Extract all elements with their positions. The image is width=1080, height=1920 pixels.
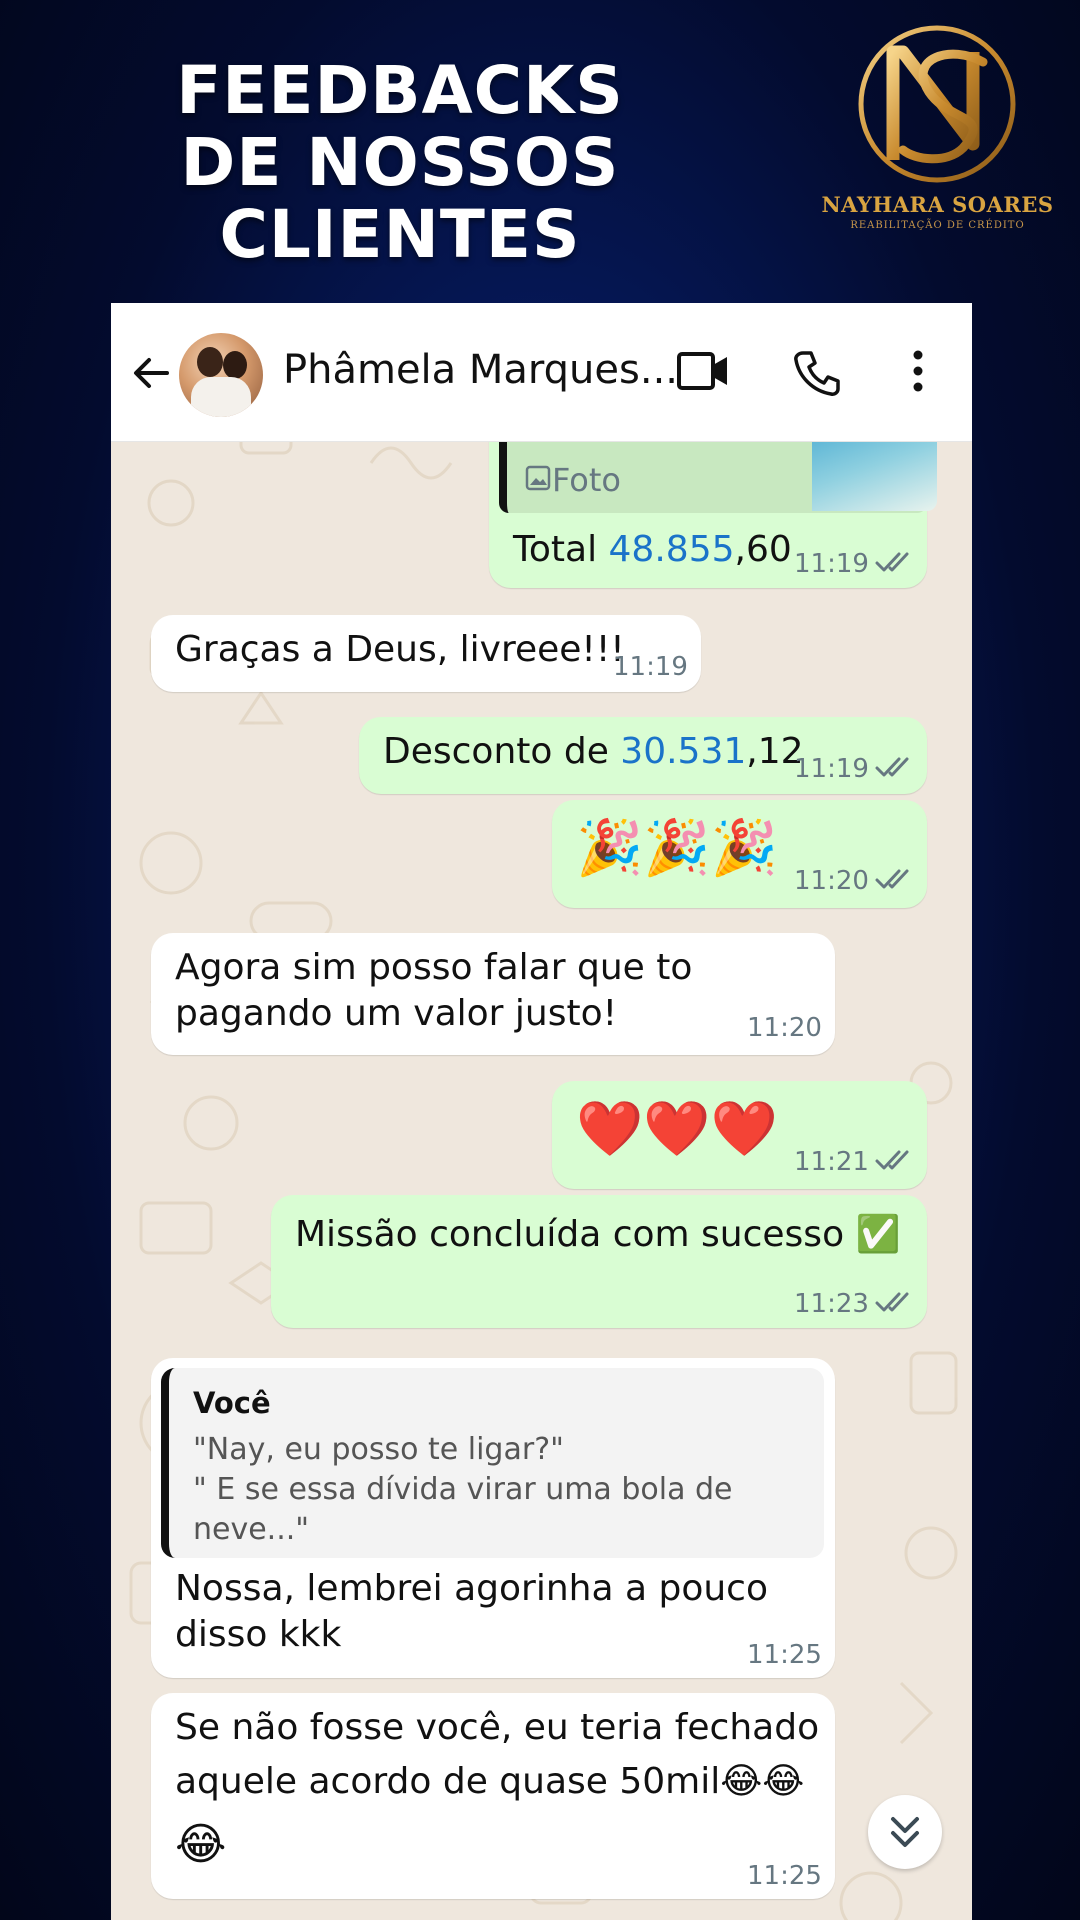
double-check-icon [875,869,909,889]
message-time: 11:20 [747,1013,822,1043]
message-incoming[interactable]: Agora sim posso falar que to pagando um … [151,933,835,1055]
message-text: Desconto de 30.531,12 [383,731,804,772]
headline-line-2: DE NOSSOS CLIENTES [180,124,620,273]
amount-number[interactable]: 30.531 [620,731,746,772]
message-time: 11:21 [794,1147,869,1177]
contact-avatar[interactable] [179,333,263,417]
message-outgoing-emoji[interactable]: 🎉🎉🎉 11:20 [552,800,927,908]
message-line-1: Agora sim posso falar que to [175,947,693,988]
chat-screen: Phâmela Marques... Foto Total 48.855,60 … [111,303,972,1920]
message-time: 11:25 [747,1861,822,1891]
message-time: 11:23 [794,1289,869,1319]
scroll-to-bottom-button[interactable] [868,1795,942,1869]
more-options-icon[interactable] [911,349,925,393]
message-time: 11:19 [794,549,869,579]
message-text: Total 48.855,60 [513,529,792,570]
brand-name: NAYHARA SOARES [821,192,1054,217]
quote-text: "Nay, eu posso te ligar?" " E se essa dí… [193,1432,733,1547]
contact-name[interactable]: Phâmela Marques... [283,347,678,393]
brand-tagline: REABILITAÇÃO DE CRÉDITO [850,220,1025,231]
quoted-message[interactable]: Você "Nay, eu posso te ligar?" " E se es… [161,1368,824,1558]
message-time: 11:25 [747,1640,822,1670]
message-time: 11:19 [613,652,688,682]
double-check-icon [875,1292,909,1312]
chat-header: Phâmela Marques... [111,303,972,442]
double-check-icon [875,552,909,572]
message-incoming-reply[interactable]: Você "Nay, eu posso te ligar?" " E se es… [151,1358,835,1678]
message-line-2: disso kkk [175,1614,342,1655]
photo-attachment[interactable]: Foto [499,441,937,513]
message-line-1: Se não fosse você, eu teria fechado [175,1707,820,1748]
double-check-icon [875,1150,909,1170]
phone-call-icon[interactable] [793,349,841,397]
message-time: 11:19 [794,754,869,784]
message-outgoing[interactable]: Missão concluída com sucesso ✅ 11:23 [271,1195,927,1328]
message-text: Missão concluída com sucesso ✅ [295,1214,901,1255]
video-call-icon[interactable] [676,349,730,393]
message-line-2: aquele acordo de quase 50mil😂😂 [175,1761,805,1802]
chevrons-down-icon [891,1817,919,1847]
message-time: 11:20 [794,866,869,896]
photo-label: Foto [552,461,621,499]
message-incoming[interactable]: Se não fosse você, eu teria fechado aque… [151,1693,835,1899]
double-check-icon [875,757,909,777]
message-line-2: pagando um valor justo! [175,993,618,1034]
message-line-1: Nossa, lembrei agorinha a pouco [175,1568,768,1609]
image-icon [525,465,551,491]
message-outgoing-discount[interactable]: Desconto de 30.531,12 11:19 [359,717,927,794]
message-line-3: 😂 [175,1819,227,1870]
back-arrow-icon[interactable] [129,351,173,395]
message-emoji: ❤️❤️❤️ [576,1097,778,1160]
message-outgoing-emoji[interactable]: ❤️❤️❤️ 11:21 [552,1081,927,1189]
message-emoji: 🎉🎉🎉 [576,816,778,879]
quote-author: Você [193,1386,271,1420]
message-text: Graças a Deus, livreee!!! [175,629,625,670]
brand-logo: NAYHARA SOARES REABILITAÇÃO DE CRÉDITO [820,22,1055,237]
banner-headline: FEEDBACKS DE NOSSOS CLIENTES [20,55,780,271]
headline-line-1: FEEDBACKS [176,52,624,129]
photo-thumbnail[interactable] [812,441,937,511]
message-incoming[interactable]: Graças a Deus, livreee!!! 11:19 [151,615,701,692]
ns-monogram-icon [858,25,1016,183]
amount-number[interactable]: 48.855 [609,529,735,570]
